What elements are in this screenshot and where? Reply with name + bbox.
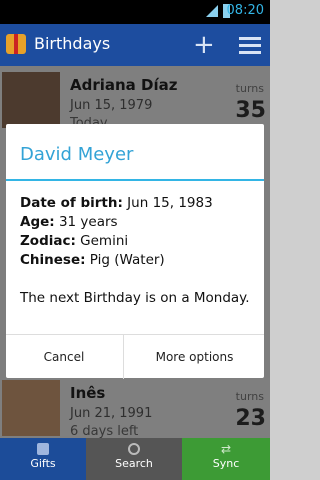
gift-app-icon[interactable]	[6, 34, 26, 54]
chinese-line: Chinese: Pig (Water)	[20, 251, 254, 270]
divider	[6, 179, 264, 181]
add-icon[interactable]: +	[193, 32, 215, 58]
bottom-tabs: Gifts Search ⇄ Sync	[0, 438, 270, 480]
dialog-buttons: Cancel More options	[6, 334, 264, 379]
status-bar: 08:20	[0, 0, 270, 24]
settings-sliders-icon[interactable]	[239, 36, 261, 54]
dialog-body: Date of birth: Jun 15, 1983 Age: 31 year…	[20, 194, 254, 308]
age-line: Age: 31 years	[20, 213, 254, 232]
zodiac-value: Gemini	[75, 233, 129, 249]
search-icon	[128, 443, 140, 455]
dob-label: Date of birth:	[20, 195, 123, 211]
tab-sync[interactable]: ⇄ Sync	[182, 438, 270, 480]
tab-label: Sync	[212, 457, 240, 470]
tab-label: Search	[115, 457, 153, 470]
zodiac-line: Zodiac: Gemini	[20, 232, 254, 251]
tab-label: Gifts	[30, 457, 56, 470]
shuffle-icon: ⇄	[220, 442, 232, 456]
next-birthday-note: The next Birthday is on a Monday.	[20, 290, 250, 306]
chinese-label: Chinese:	[20, 252, 86, 268]
app-title: Birthdays	[34, 34, 111, 53]
tab-gifts[interactable]: Gifts	[0, 438, 86, 480]
zodiac-label: Zodiac:	[20, 233, 76, 249]
gift-icon	[37, 443, 49, 455]
chinese-value: Pig (Water)	[85, 252, 165, 268]
dob-line: Date of birth: Jun 15, 1983	[20, 194, 254, 213]
status-time: 08:20	[226, 3, 264, 18]
signal-icon	[206, 5, 218, 17]
action-bar: Birthdays +	[0, 24, 270, 66]
age-label: Age:	[20, 214, 55, 230]
cancel-button[interactable]: Cancel	[6, 335, 122, 379]
age-value: 31 years	[54, 214, 118, 230]
more-options-button[interactable]: More options	[123, 335, 265, 379]
tab-search[interactable]: Search	[86, 438, 182, 480]
birthday-dialog: David Meyer Date of birth: Jun 15, 1983 …	[6, 124, 264, 379]
dialog-title: David Meyer	[20, 144, 134, 165]
dob-value: Jun 15, 1983	[122, 195, 213, 211]
